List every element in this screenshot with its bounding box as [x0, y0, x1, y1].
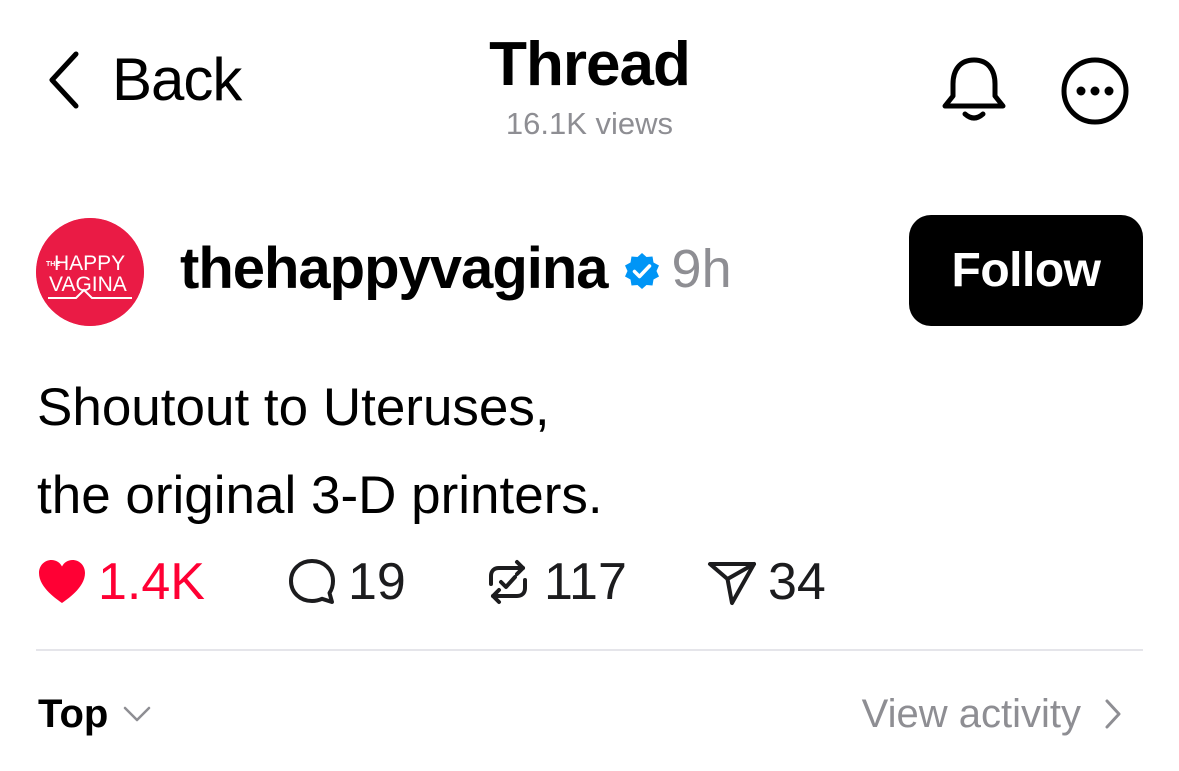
- share-button[interactable]: 34: [706, 552, 826, 612]
- share-count: 34: [768, 553, 826, 611]
- post-text: Shoutout to Uteruses, the original 3-D p…: [37, 364, 603, 540]
- repost-button[interactable]: 117: [482, 552, 627, 612]
- back-button[interactable]: Back: [46, 46, 242, 113]
- repost-count: 117: [544, 553, 627, 611]
- verified-badge-icon: [624, 253, 659, 289]
- chevron-down-icon: [124, 706, 151, 722]
- back-label: Back: [112, 46, 242, 113]
- post-time: 9h: [671, 239, 732, 299]
- username[interactable]: thehappyvagina: [180, 240, 609, 298]
- like-button[interactable]: 1.4K: [36, 552, 205, 612]
- more-options-icon[interactable]: [1060, 56, 1130, 126]
- reply-count: 19: [348, 553, 406, 611]
- author-row: thehappyvagina 9h: [180, 240, 732, 298]
- reply-bubble-icon: [289, 559, 335, 604]
- divider: [36, 649, 1143, 651]
- sort-dropdown[interactable]: Top: [38, 694, 152, 734]
- follow-button[interactable]: Follow: [909, 215, 1143, 326]
- brand-logo: THE HAPPY VAGINA: [36, 218, 144, 326]
- bell-icon[interactable]: [940, 54, 1008, 124]
- action-bar: 1.4K 19 117 34: [36, 552, 936, 612]
- like-count: 1.4K: [98, 553, 205, 611]
- sort-label: Top: [38, 692, 109, 736]
- chevron-right-icon: [1105, 699, 1121, 729]
- avatar-line1: HAPPY: [54, 252, 125, 275]
- avatar[interactable]: THE HAPPY VAGINA: [36, 218, 144, 326]
- view-activity-link[interactable]: View activity: [862, 694, 1123, 734]
- heart-icon: [39, 560, 85, 603]
- send-icon: [708, 562, 756, 605]
- post-text-line: Shoutout to Uteruses,: [37, 378, 550, 437]
- view-activity-label: View activity: [861, 692, 1081, 736]
- post-text-line: the original 3-D printers.: [37, 466, 603, 525]
- reply-button[interactable]: 19: [286, 552, 406, 612]
- repost-icon: [489, 560, 527, 604]
- chevron-left-icon: [49, 51, 79, 109]
